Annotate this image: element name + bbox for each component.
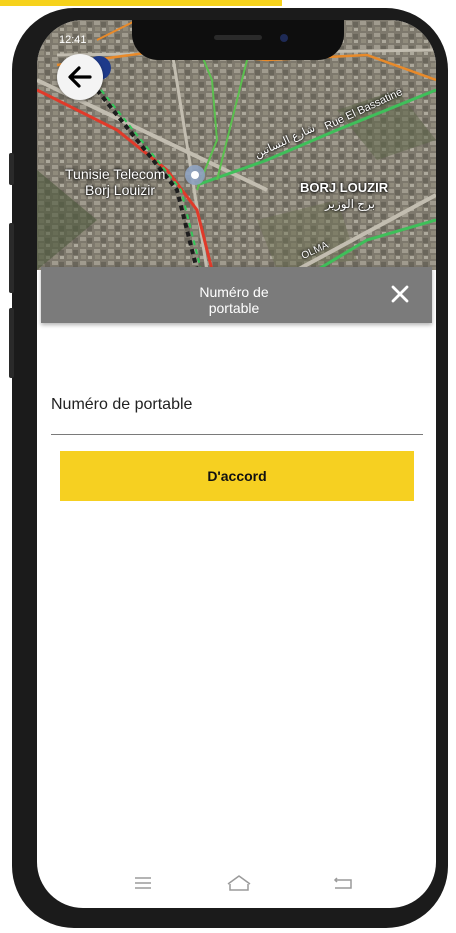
map-label-district: BORJ LOUZIR (300, 180, 389, 195)
home-icon (227, 875, 251, 891)
volume-down-button (9, 308, 14, 378)
close-button[interactable] (385, 279, 415, 309)
confirm-button[interactable]: D'accord (60, 451, 414, 501)
phone-screen: Tunisie Telecom Borj Louizir BORJ LOUZIR… (37, 20, 436, 908)
dialog-header: Numéro de portable (41, 267, 432, 323)
arrow-left-icon (68, 66, 92, 88)
volume-up-button (9, 223, 14, 293)
highlight-stripe (0, 0, 282, 6)
speaker (214, 35, 262, 40)
front-camera (280, 34, 288, 42)
close-icon (391, 285, 409, 303)
back-icon (333, 877, 352, 889)
back-button[interactable] (57, 54, 103, 100)
home-button[interactable] (219, 863, 259, 903)
nav-back-button[interactable] (323, 863, 363, 903)
menu-button[interactable] (123, 863, 163, 903)
mute-switch (9, 153, 14, 185)
phone-input[interactable] (51, 396, 423, 414)
dialog-title: Numéro de portable (199, 284, 269, 316)
notch (132, 20, 344, 60)
status-time: 12:41 (59, 34, 87, 46)
menu-icon (135, 877, 151, 889)
map-label-poi: Tunisie Telecom Borj Louizir (65, 166, 166, 198)
map-label-district-arabic: برج الوزير (325, 197, 375, 211)
phone-field (51, 382, 423, 435)
system-nav-bar (37, 863, 436, 903)
